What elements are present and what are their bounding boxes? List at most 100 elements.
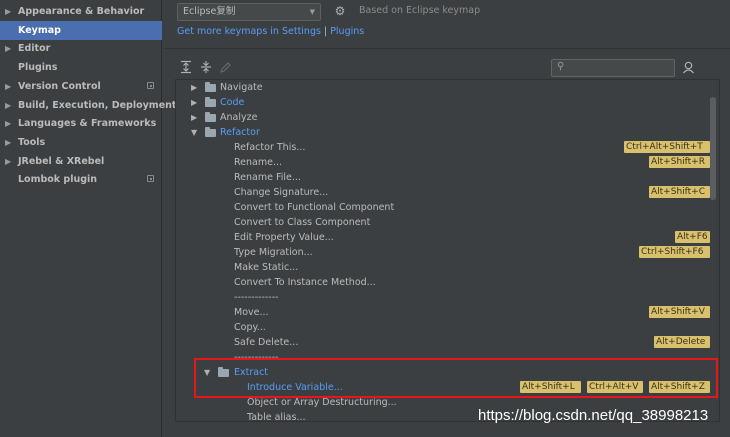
tree-group-row[interactable]: ▶ Analyze [176,110,710,125]
search-field[interactable]: ⚲ [551,59,675,77]
tree-action-row[interactable]: Copy... [176,320,710,335]
settings-sidebar: ▶ Appearance & Behavior Keymap ▶ Editor Plugi… [0,0,176,437]
expand-all-icon[interactable] [180,60,192,74]
folder-icon [205,112,216,122]
tree-row-label: Rename File... [234,172,301,183]
chevron-right-icon[interactable]: ▶ [5,39,11,58]
sidebar-item[interactable]: ▶ JRebel & XRebel [0,152,162,171]
sidebar-item[interactable]: Lombok plugin [0,170,162,189]
chevron-right-icon[interactable]: ▶ [5,2,11,21]
tree-action-row[interactable]: Refactor This... Ctrl+Alt+Shift+T [176,140,710,155]
tree-action-row[interactable]: Edit Property Value... Alt+F6 [176,230,710,245]
chevron-right-icon[interactable]: ▶ [5,77,11,96]
tree-group-row[interactable]: ▶ Navigate [176,80,710,95]
tree-action-row[interactable]: Rename... Alt+Shift+R [176,155,710,170]
tree-row-label: Move... [234,307,269,318]
chevron-right-icon[interactable]: ▶ [191,80,197,95]
watermark: https://blog.csdn.net/qq_38998213 [478,407,709,424]
tree-row-label: Convert to Class Component [234,217,371,228]
shortcut-badge: Alt+F6 [675,231,710,243]
sidebar-item-label: Plugins [18,62,58,74]
tree-row-label: Make Static... [234,262,299,273]
sidebar-item-label: Keymap [18,24,61,36]
chevron-right-icon[interactable]: ▶ [191,95,197,110]
more-keymaps-line: Get more keymaps in Settings | Plugins [177,26,364,37]
sidebar-item[interactable]: ▶ Editor [0,39,162,58]
tree-row-label: Table alias... [247,412,306,422]
shortcut-badge: Alt+Shift+V [649,306,710,318]
sidebar-item-label: Lombok plugin [18,174,98,186]
sidebar-item[interactable]: ▶ Appearance & Behavior [0,2,162,21]
gear-icon[interactable]: ⚙ [333,4,347,18]
shortcut-badge: Alt+Shift+C [649,186,710,198]
tree-action-row[interactable]: Safe Delete... Alt+Delete [176,335,710,350]
chevron-right-icon[interactable]: ▶ [5,133,11,152]
tree-row-label: Refactor This... [234,142,306,153]
plugins-link[interactable]: Plugins [330,26,364,37]
sidebar-item[interactable]: ▶ Build, Execution, Deployment [0,96,176,115]
tree-action-row[interactable]: Rename File... [176,170,710,185]
collapse-all-icon[interactable] [200,60,212,74]
keymap-dropdown[interactable]: Eclipse复制 ▼ [177,3,321,21]
link-separator: | [320,26,331,37]
tree-row-label: Convert to Functional Component [234,202,395,213]
tree-action-row[interactable]: Convert To Instance Method... [176,275,710,290]
sidebar-item-label: Tools [18,136,46,148]
sidebar-item[interactable]: Plugins [0,58,162,77]
tree-row-label: Safe Delete... [234,337,299,348]
more-keymaps-settings-link[interactable]: Get more keymaps in Settings [177,26,321,37]
tree-row-label: Rename... [234,157,283,168]
shortcut-badge: Alt+Shift+R [649,156,710,168]
sidebar-item-label: Version Control [18,80,101,92]
edit-pencil-icon[interactable] [219,60,231,74]
tree-scrollbar[interactable] [710,97,716,200]
tree-row-label: Copy... [234,322,266,333]
tree-row-label: ------------- [234,292,279,303]
chevron-right-icon[interactable]: ▶ [5,152,11,171]
folder-icon [205,97,216,107]
shortcut-badge: Ctrl+Alt+Shift+T [624,141,710,153]
tree-row-label: Analyze [220,112,258,123]
search-icon: ⚲ [557,61,565,72]
sidebar-item[interactable]: Keymap [0,20,162,40]
sidebar-item-label: Appearance & Behavior [18,6,145,17]
tree-action-row[interactable]: Convert to Class Component [176,215,710,230]
tree-group-row[interactable]: ▶ Code [176,95,710,110]
tree-action-row[interactable]: Type Migration... Ctrl+Shift+F6 [176,245,710,260]
chevron-down-icon[interactable]: ▼ [191,125,197,140]
sidebar-item[interactable]: ▶ Version Control [0,77,162,96]
find-by-shortcut-icon[interactable] [681,61,695,75]
shortcut-badge: Ctrl+Shift+F6 [639,246,710,258]
sidebar-item-label: Languages & Frameworks [18,118,157,130]
tree-action-row[interactable]: Make Static... [176,260,710,275]
tree-row-label: Edit Property Value... [234,232,334,243]
keymap-dropdown-value: Eclipse复制 [183,6,236,17]
tree-action-row[interactable]: Move... Alt+Shift+V [176,305,710,320]
tree-row-label: Refactor [220,127,260,138]
tree-action-row[interactable]: Change Signature... Alt+Shift+C [176,185,710,200]
project-level-icon [147,81,154,89]
folder-icon [205,127,216,137]
tree-group-row[interactable]: ▼ Refactor [176,125,710,140]
tree-row-label: Code [220,97,245,108]
tree-row-label: Change Signature... [234,187,329,198]
tree-action-row[interactable]: Convert to Functional Component [176,200,710,215]
chevron-right-icon[interactable]: ▶ [5,96,11,115]
tree-separator-row: ------------- [176,290,710,305]
chevron-down-icon: ▼ [309,8,315,16]
project-level-icon [147,175,154,183]
header-divider [165,48,730,49]
chevron-right-icon[interactable]: ▶ [191,110,197,125]
folder-icon [205,82,216,92]
sidebar-item-label: Build, Execution, Deployment [18,99,177,111]
tree-row-label: Convert To Instance Method... [234,277,376,288]
sidebar-item[interactable]: ▶ Tools [0,133,162,152]
tree-row-label: Type Migration... [234,247,313,258]
shortcut-badge: Alt+Delete [654,336,710,348]
annotation-highlight-box [194,358,718,398]
sidebar-item-label: JRebel & XRebel [18,155,105,167]
based-on-label: Based on Eclipse keymap [359,5,481,16]
search-input[interactable] [570,61,670,75]
sidebar-item[interactable]: ▶ Languages & Frameworks [0,114,162,133]
chevron-right-icon[interactable]: ▶ [5,114,11,133]
